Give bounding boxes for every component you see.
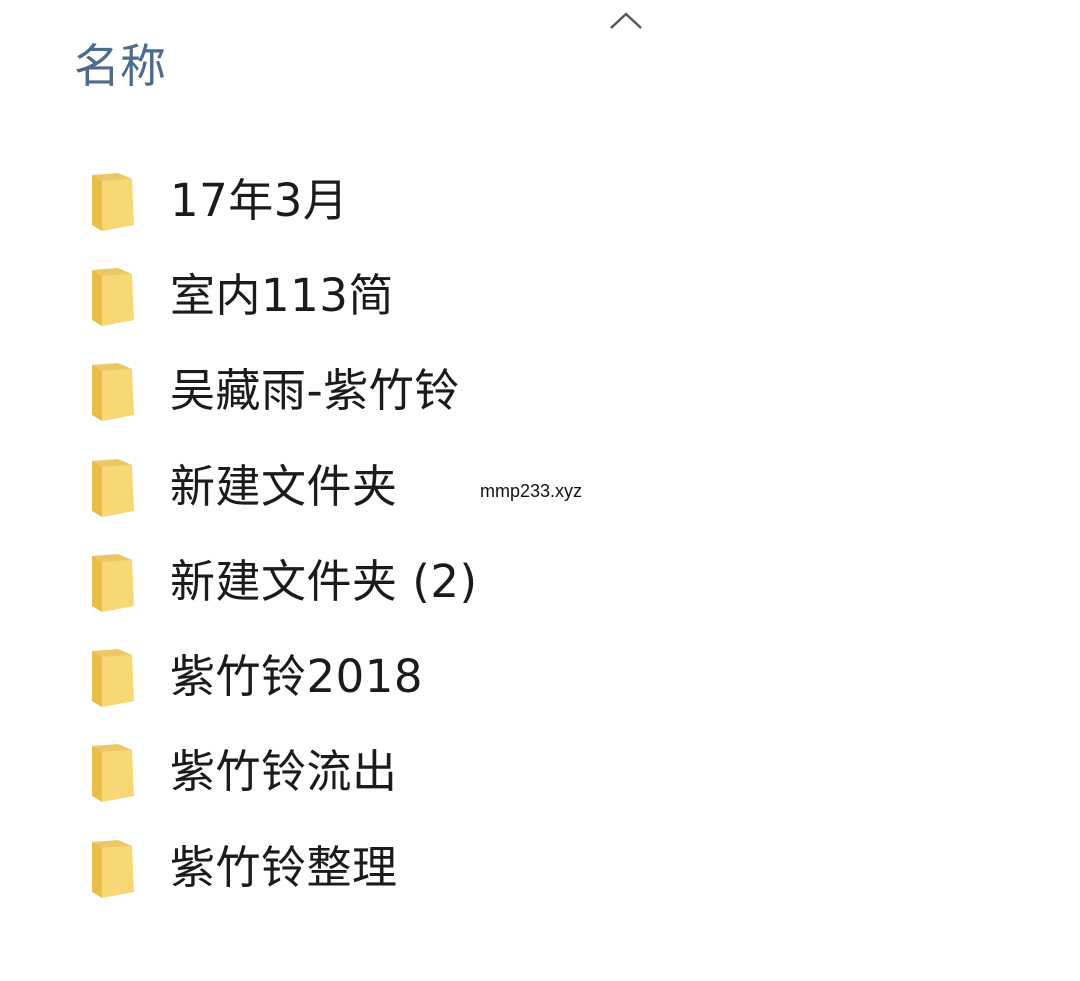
folder-icon xyxy=(88,550,138,614)
list-item-folder[interactable]: 紫竹铃整理 xyxy=(0,820,1080,915)
file-list: 17年3月 室内113简 吴藏雨-紫竹铃 新建文件夹 新建文件夹 (2) 紫竹铃… xyxy=(0,153,1080,915)
list-item-folder[interactable]: 吴藏雨-紫竹铃 xyxy=(0,344,1080,439)
list-item-folder[interactable]: 17年3月 xyxy=(0,153,1080,248)
folder-icon xyxy=(88,359,138,423)
list-item-folder[interactable]: 新建文件夹 (2) xyxy=(0,534,1080,629)
folder-icon xyxy=(88,645,138,709)
folder-icon xyxy=(88,836,138,900)
folder-name: 紫竹铃整理 xyxy=(170,840,398,894)
folder-name: 新建文件夹 (2) xyxy=(170,554,478,608)
folder-name: 紫竹铃2018 xyxy=(170,650,424,704)
list-item-folder[interactable]: 紫竹铃流出 xyxy=(0,725,1080,820)
watermark-text: mmp233.xyz xyxy=(480,481,583,501)
column-header-name[interactable]: 名称 xyxy=(74,36,166,96)
folder-icon xyxy=(88,264,138,328)
folder-icon xyxy=(88,169,138,233)
folder-name: 新建文件夹 xyxy=(170,459,398,513)
folder-name: 紫竹铃流出 xyxy=(170,745,398,799)
chevron-up-icon[interactable] xyxy=(608,6,644,32)
list-item-folder[interactable]: 室内113简 xyxy=(0,248,1080,343)
folder-icon xyxy=(88,740,138,804)
folder-name: 17年3月 xyxy=(170,173,349,227)
list-item-folder[interactable]: 紫竹铃2018 xyxy=(0,629,1080,724)
folder-icon xyxy=(88,455,138,519)
folder-name: 室内113简 xyxy=(170,268,394,322)
folder-name: 吴藏雨-紫竹铃 xyxy=(170,364,460,418)
